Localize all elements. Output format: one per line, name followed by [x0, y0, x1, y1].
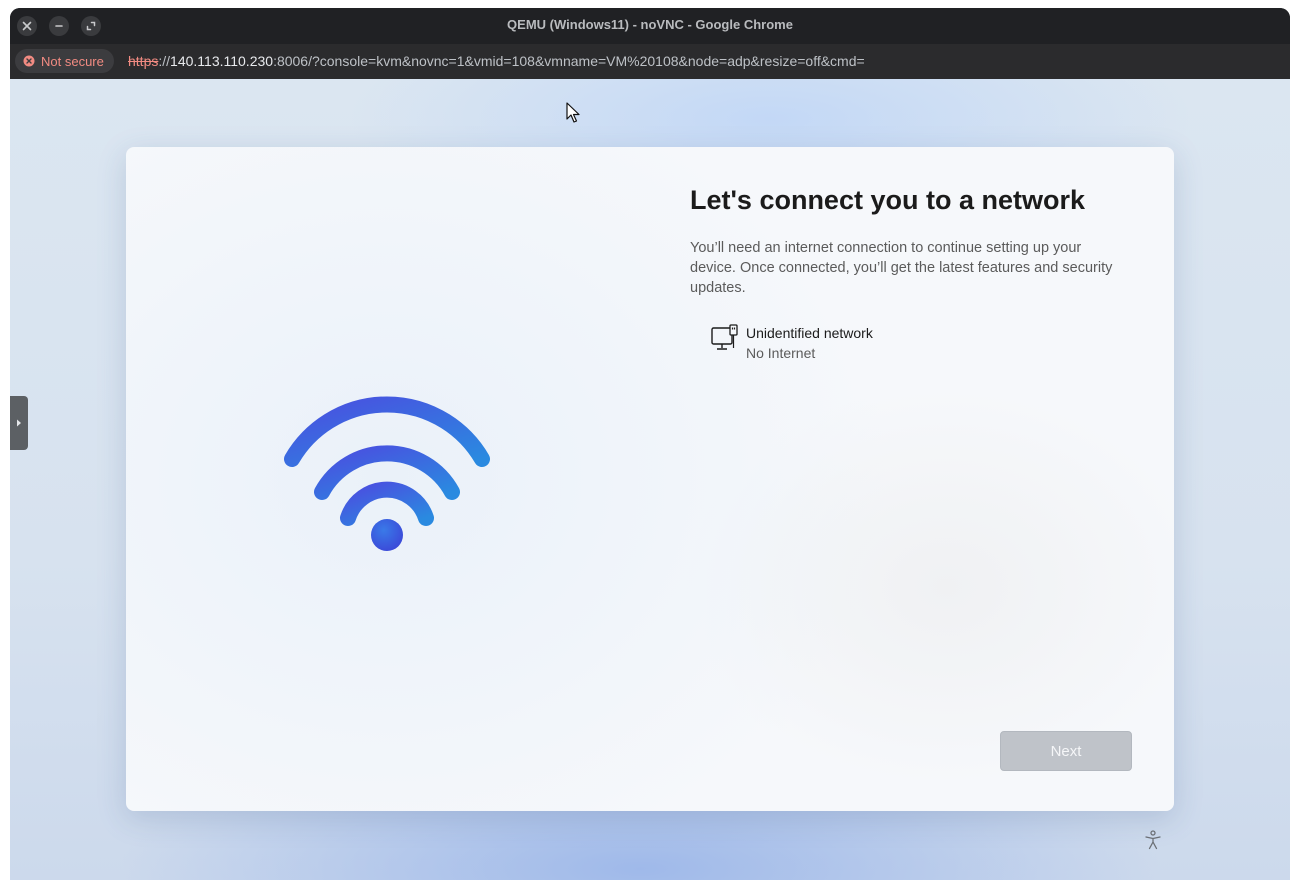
chevron-right-icon [17, 419, 21, 427]
url-separator: :// [158, 53, 171, 69]
vm-display[interactable]: Let's connect you to a network You’ll ne… [10, 79, 1290, 880]
accessibility-icon[interactable] [1142, 829, 1164, 851]
url-host: 140.113.110.230 [170, 53, 274, 69]
url-field[interactable]: https://140.113.110.230:8006/?console=kv… [128, 53, 865, 69]
url-scheme: https [128, 53, 159, 69]
mouse-cursor-icon [566, 102, 580, 123]
security-indicator[interactable]: Not secure [15, 49, 114, 73]
page-description: You’ll need an internet connection to co… [690, 240, 1113, 296]
address-bar: Not secure https://140.113.110.230:8006/… [10, 44, 1290, 79]
url-path: :8006/?console=kvm&novnc=1&vmid=108&vmna… [273, 53, 865, 69]
network-list-item[interactable]: Unidentified network No Internet [706, 322, 966, 364]
wired-network-icon [711, 324, 738, 350]
setup-card: Let's connect you to a network You’ll ne… [126, 147, 1174, 811]
wifi-icon [284, 396, 490, 551]
window-title: QEMU (Windows11) - noVNC - Google Chrome [507, 17, 793, 32]
next-button[interactable]: Next [1000, 731, 1132, 771]
not-secure-icon [23, 55, 35, 67]
network-name: Unidentified network [746, 325, 873, 341]
title-bar: QEMU (Windows11) - noVNC - Google Chrome [10, 8, 1290, 44]
novnc-control-bar-handle[interactable] [10, 396, 28, 450]
page-title: Let's connect you to a network [690, 185, 1085, 215]
security-label: Not secure [41, 53, 104, 69]
network-status: No Internet [746, 345, 816, 361]
browser-window: QEMU (Windows11) - noVNC - Google Chrome… [10, 8, 1290, 880]
